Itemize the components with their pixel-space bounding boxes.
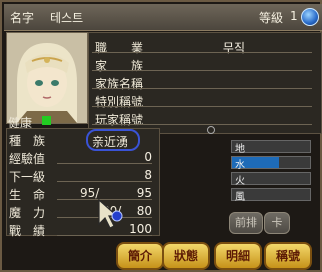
family-title-field [92,74,312,89]
prev-button[interactable]: 前排 [229,212,263,234]
exp-label: 經驗值 [9,152,46,166]
mana-label: 魔 力 [9,206,46,220]
tab-intro[interactable]: 簡介 [116,242,164,270]
mouse-cursor-icon [98,198,123,229]
tab-status[interactable]: 狀態 [162,242,210,270]
character-name: 테스트 [50,11,84,25]
level-label: 等級 [259,11,284,25]
race-label: 種 族 [9,134,46,148]
close-button[interactable] [301,8,319,26]
life-label: 生 命 [9,188,46,202]
family-field [92,56,312,71]
earth-label: 地 [235,144,245,155]
next-level-value: 8 [144,168,152,182]
name-label: 名字 [10,11,35,25]
job-field [92,38,312,53]
fire-label: 火 [235,176,245,187]
card-button[interactable]: 卡 [264,212,290,234]
level-value: 1 [290,9,298,23]
character-portrait [6,32,88,124]
exp-value: 0 [144,150,152,164]
wind-label: 風 [235,192,245,203]
tab-detail[interactable]: 明細 [214,242,262,270]
battle-label: 戰 績 [9,224,46,238]
title-bar: 名字 테스트 等級 1 [4,4,322,31]
water-label: 水 [235,160,245,171]
element-cursor-icon [207,126,215,134]
race-value: 亲近湧 [92,135,129,149]
health-status-indicator [42,116,51,125]
next-level-label: 下一級 [9,170,46,184]
special-title-field [92,92,312,107]
tab-title[interactable]: 稱號 [264,242,312,270]
character-status-window: 名字 테스트 等級 1 職 業 무직 家 族 家族名稱 特別稱號 玩家稱號 健康 [0,0,322,272]
player-title-field [92,110,312,125]
